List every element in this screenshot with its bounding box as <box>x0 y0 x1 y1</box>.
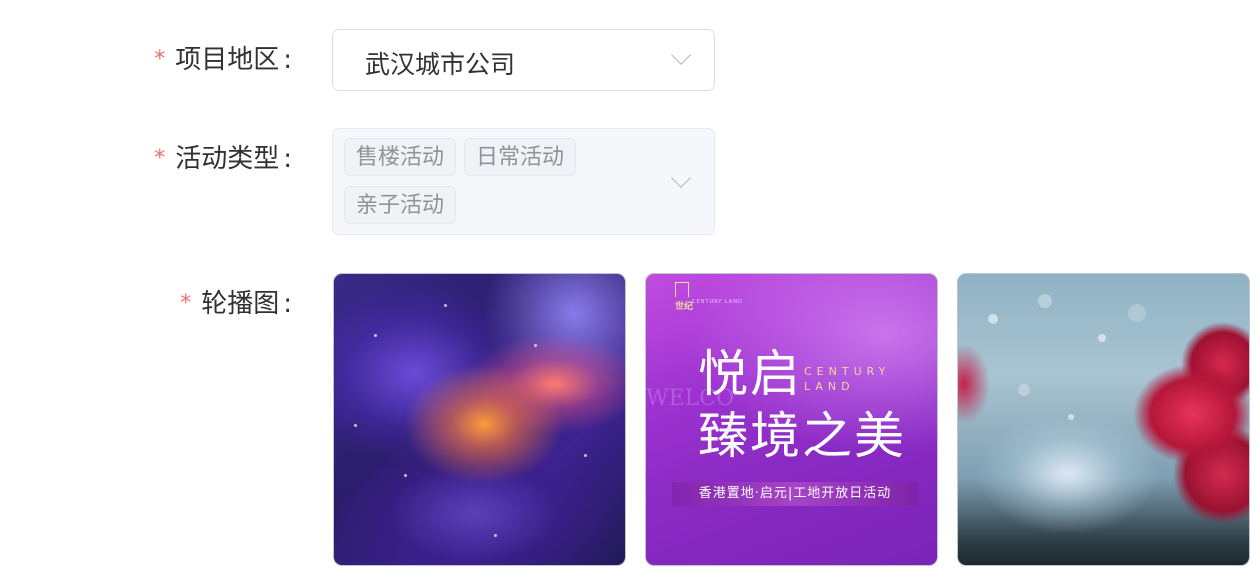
activity-type-label: * 活动类型: <box>154 143 292 177</box>
carousel-label-text: 轮播图 <box>201 289 280 319</box>
sparkle <box>374 334 377 337</box>
sparkle <box>404 474 407 477</box>
sparkle <box>584 454 587 457</box>
activity-tag: 日常活动 <box>464 138 577 176</box>
label-colon: : <box>283 45 292 75</box>
poster-century-text: CENTURY LAND <box>804 365 891 393</box>
sparkle <box>494 534 497 537</box>
logo-subtext: CENTURY LAND <box>692 299 743 305</box>
label-colon: : <box>283 144 292 174</box>
activity-tag: 亲子活动 <box>344 186 457 224</box>
required-mark: * <box>154 146 166 171</box>
carousel-label: * 轮播图: <box>180 288 292 322</box>
activity-type-label-text: 活动类型 <box>175 144 280 174</box>
water-droplet <box>988 314 998 324</box>
region-select[interactable]: 武汉城市公司 <box>332 29 715 91</box>
logo-text: 世纪 <box>675 302 694 312</box>
required-mark: * <box>154 47 166 72</box>
water-droplet <box>1068 414 1074 420</box>
chevron-down-icon <box>671 168 691 188</box>
poster-title-line2: 臻境之美 <box>698 407 906 465</box>
region-select-value: 武汉城市公司 <box>365 50 516 79</box>
carousel-image-3[interactable] <box>957 273 1250 566</box>
sparkle <box>354 424 357 427</box>
activity-type-tags: 售楼活动 日常活动亲子活动 <box>344 138 644 234</box>
poster-title-line1: 悦启 <box>698 345 802 403</box>
water-droplet <box>1038 294 1052 308</box>
sparkle <box>534 344 537 347</box>
carousel-image-2[interactable]: 世纪 CENTURY LAND WELCO 悦启 CENTURY LAND 臻境… <box>645 273 938 566</box>
water-droplet <box>1098 334 1106 342</box>
sparkle <box>444 304 447 307</box>
region-label: * 项目地区: <box>154 44 292 78</box>
region-label-text: 项目地区 <box>175 45 280 75</box>
required-mark: * <box>180 291 192 316</box>
activity-tag: 售楼活动 <box>344 138 457 176</box>
logo-icon <box>675 282 689 297</box>
carousel-image-1[interactable] <box>333 273 626 566</box>
label-colon: : <box>283 289 292 319</box>
poster-banner: 香港置地·启元|工地开放日活动 <box>672 482 918 506</box>
water-droplet <box>1128 304 1146 322</box>
water-droplet <box>1018 384 1030 396</box>
activity-type-select[interactable]: 售楼活动 日常活动亲子活动 <box>332 128 715 235</box>
chevron-down-icon <box>671 45 691 65</box>
